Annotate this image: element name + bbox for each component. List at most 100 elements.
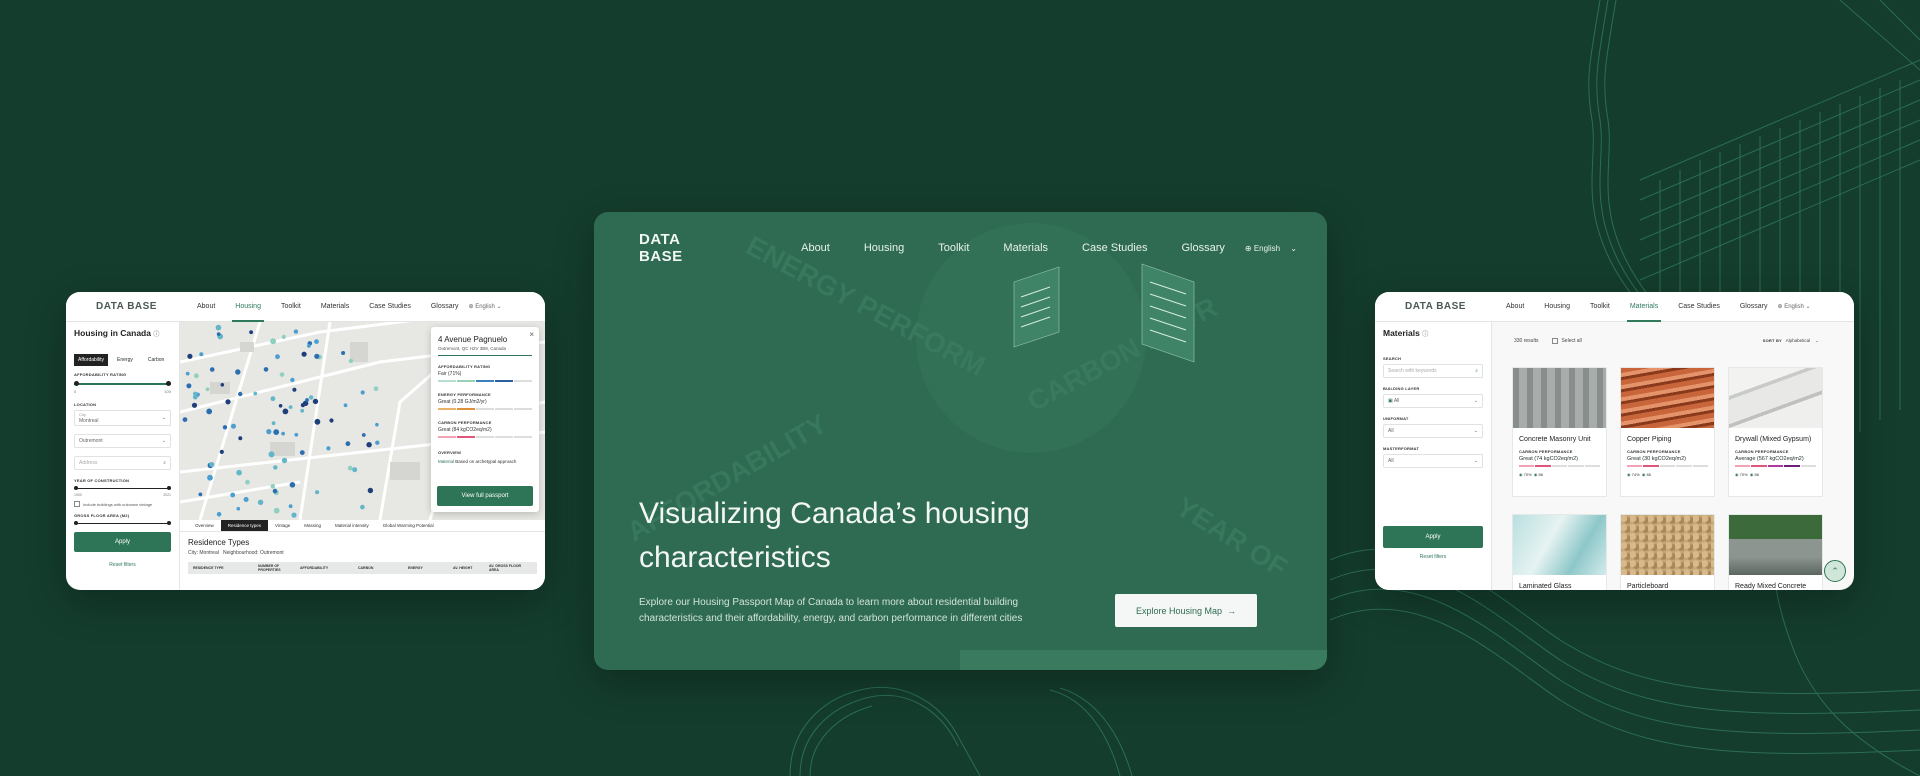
property-marker[interactable] (293, 329, 299, 334)
reset-filters-link[interactable]: Reset filters (74, 562, 171, 568)
tab-energy[interactable]: Energy (108, 354, 142, 366)
language-select[interactable]: ⊕ English ⌄ (468, 303, 501, 310)
property-marker[interactable] (231, 423, 236, 429)
property-marker[interactable] (326, 446, 331, 451)
property-marker[interactable] (209, 367, 215, 372)
property-marker[interactable] (257, 499, 264, 505)
property-marker[interactable] (341, 351, 346, 355)
materials-search-input[interactable]: Search with keywords ⌕ (1383, 364, 1483, 378)
property-marker[interactable] (289, 482, 296, 488)
tab-residence-types[interactable]: Residence types (220, 520, 269, 531)
nav-housing[interactable]: Housing (232, 292, 264, 322)
nav-case-studies[interactable]: Case Studies (1082, 242, 1147, 254)
property-marker[interactable] (373, 386, 379, 391)
property-marker[interactable] (253, 391, 258, 396)
property-marker[interactable] (230, 492, 236, 498)
scroll-top-button[interactable]: ⌃ (1824, 560, 1846, 582)
property-marker[interactable] (314, 353, 320, 359)
apply-button[interactable]: Apply (1383, 526, 1483, 548)
property-marker[interactable] (209, 462, 215, 467)
tab-overview[interactable]: Overview (188, 523, 221, 528)
gfa-slider[interactable] (74, 520, 171, 528)
material-card[interactable]: Ready Mixed Concrete (1728, 514, 1823, 590)
property-marker[interactable] (185, 371, 190, 376)
property-marker[interactable] (268, 451, 275, 458)
tab-massing[interactable]: Massing (297, 523, 328, 528)
property-marker[interactable] (290, 377, 295, 383)
property-marker[interactable] (235, 369, 241, 375)
explore-map-button[interactable]: Explore Housing Map → (1115, 594, 1257, 627)
property-marker[interactable] (314, 339, 319, 344)
material-card[interactable]: Copper Piping CARBON PERFORMANCE Great (… (1620, 367, 1715, 497)
property-marker[interactable] (275, 354, 280, 360)
material-card[interactable]: Drywall (Mixed Gypsum) CARBON PERFORMANC… (1728, 367, 1823, 497)
nav-about[interactable]: About (801, 242, 830, 254)
sort-select[interactable]: SORT BY Alphabetical ⌄ (1763, 338, 1819, 344)
property-marker[interactable] (270, 396, 276, 402)
property-marker[interactable] (348, 358, 354, 364)
property-marker[interactable] (278, 404, 283, 408)
property-marker[interactable] (187, 353, 193, 359)
reset-filters-link[interactable]: Reset filters (1383, 554, 1483, 560)
property-marker[interactable] (238, 436, 243, 441)
nav-materials[interactable]: Materials (321, 292, 349, 322)
property-marker[interactable] (205, 387, 210, 392)
affordability-slider[interactable] (74, 379, 171, 389)
property-marker[interactable] (236, 469, 242, 476)
view-passport-button[interactable]: View full passport (437, 486, 533, 506)
property-marker[interactable] (216, 332, 221, 336)
material-card[interactable]: Laminated Glass (1512, 514, 1607, 590)
property-marker[interactable] (281, 431, 285, 436)
uniformat-select[interactable]: All ⌄ (1383, 424, 1483, 438)
property-marker[interactable] (266, 429, 272, 435)
property-marker[interactable] (273, 507, 280, 514)
material-card[interactable]: Concrete Masonry Unit CARBON PERFORMANCE… (1512, 367, 1607, 497)
property-marker[interactable] (270, 338, 277, 345)
property-marker[interactable] (314, 418, 321, 425)
property-marker[interactable] (236, 506, 241, 511)
property-marker[interactable] (222, 425, 228, 430)
property-marker[interactable] (219, 449, 224, 454)
property-marker[interactable] (294, 432, 299, 437)
property-marker[interactable] (249, 330, 253, 335)
property-marker[interactable] (282, 408, 289, 415)
site-logo[interactable]: DATA BASE (639, 231, 726, 265)
tab-vintage[interactable]: Vintage (268, 523, 297, 528)
neighbourhood-select[interactable]: Outremont ⌄ (74, 434, 171, 448)
language-select[interactable]: ⊕ English ⌄ (1777, 303, 1810, 310)
property-marker[interactable] (279, 372, 285, 377)
property-marker[interactable] (288, 504, 293, 509)
property-marker[interactable] (273, 429, 280, 435)
property-marker[interactable] (281, 334, 286, 339)
property-marker[interactable] (220, 383, 225, 387)
property-marker[interactable] (245, 479, 250, 485)
tab-gwp[interactable]: Global Warming Potential (376, 523, 441, 528)
nav-glossary[interactable]: Glossary (1181, 242, 1224, 254)
address-input[interactable]: Address ⌕ (74, 456, 171, 470)
property-marker[interactable] (191, 402, 198, 408)
property-marker[interactable] (343, 403, 348, 408)
property-marker[interactable] (291, 512, 297, 518)
property-marker[interactable] (361, 433, 366, 437)
nav-toolkit[interactable]: Toolkit (1590, 292, 1610, 322)
property-marker[interactable] (207, 474, 213, 481)
info-icon[interactable]: ⓘ (1422, 332, 1428, 338)
language-select[interactable]: ⊕ English ⌄ (1245, 244, 1297, 253)
property-marker[interactable] (193, 391, 198, 396)
property-marker[interactable] (182, 417, 188, 422)
masterformat-select[interactable]: All ⌄ (1383, 454, 1483, 468)
property-marker[interactable] (243, 497, 249, 502)
property-marker[interactable] (263, 367, 269, 372)
nav-toolkit[interactable]: Toolkit (281, 292, 301, 322)
property-marker[interactable] (238, 391, 243, 397)
property-marker[interactable] (360, 504, 365, 510)
property-marker[interactable] (215, 324, 222, 331)
year-slider[interactable] (74, 485, 171, 493)
property-marker[interactable] (271, 421, 276, 426)
property-marker[interactable] (347, 465, 353, 471)
property-marker[interactable] (307, 344, 311, 348)
nav-case-studies[interactable]: Case Studies (369, 292, 411, 322)
property-marker[interactable] (199, 352, 204, 357)
property-marker[interactable] (329, 418, 334, 423)
nav-materials[interactable]: Materials (1003, 242, 1048, 254)
